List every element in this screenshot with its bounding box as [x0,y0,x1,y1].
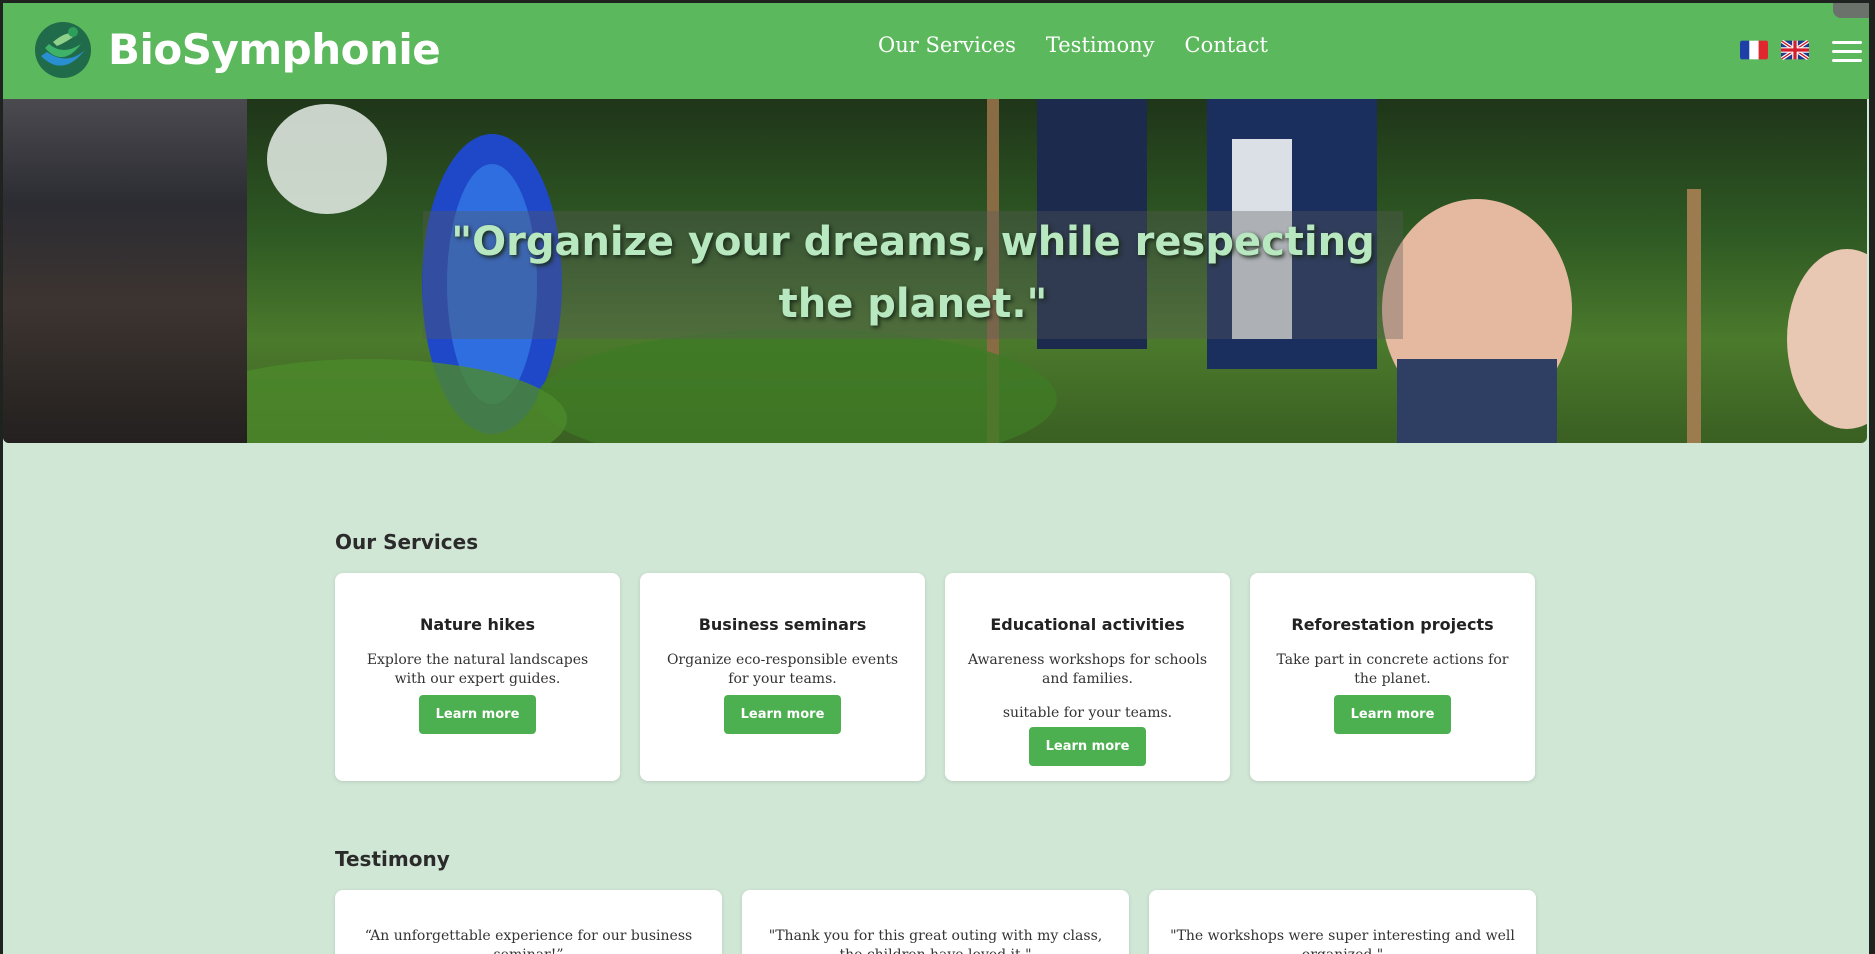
hamburger-bar [1832,41,1862,44]
nav-testimony[interactable]: Testimony [1046,33,1155,57]
service-card-educational-activities: Educational activities Awareness worksho… [945,573,1230,781]
service-card-extra-text: suitable for your teams. [1002,705,1173,721]
flag-uk-icon[interactable] [1781,40,1809,60]
site-header: BioSymphonie Our Services Testimony Cont… [3,3,1869,99]
flag-fr-icon[interactable] [1740,40,1768,60]
main-nav: Our Services Testimony Contact [878,33,1268,57]
service-card-nature-hikes: Nature hikes Explore the natural landsca… [335,573,620,781]
testimony-card: "Thank you for this great outing with my… [742,890,1129,954]
hamburger-bar [1832,50,1862,53]
nav-contact[interactable]: Contact [1185,33,1268,57]
learn-more-button[interactable]: Learn more [1029,727,1146,766]
services-heading: Our Services [335,530,479,554]
learn-more-button[interactable]: Learn more [419,695,536,734]
service-card-business-seminars: Business seminars Organize eco-responsib… [640,573,925,781]
hero-audience-photo [3,99,247,443]
service-card-title: Reforestation projects [1291,615,1494,634]
testimony-heading: Testimony [335,847,450,871]
service-card-title: Nature hikes [420,615,535,634]
service-card-description: Organize eco-responsible events for your… [666,652,899,687]
hamburger-menu-icon[interactable] [1832,41,1862,63]
testimony-card: “An unforgettable experience for our bus… [335,890,722,954]
service-card-description: Take part in concrete actions for the pl… [1276,652,1509,687]
hamburger-bar [1832,59,1862,62]
nav-our-services[interactable]: Our Services [878,33,1016,57]
service-card-description: Awareness workshops for schools and fami… [967,652,1208,687]
page: BioSymphonie Our Services Testimony Cont… [3,3,1869,954]
learn-more-button[interactable]: Learn more [724,695,841,734]
brand-name[interactable]: BioSymphonie [108,25,441,74]
corner-widget[interactable] [1833,3,1869,18]
hero-banner: "Organize your dreams, while respecting … [3,99,1867,443]
service-card-title: Business seminars [698,615,867,634]
service-card-reforestation-projects: Reforestation projects Take part in conc… [1250,573,1535,781]
service-card-title: Educational activities [990,615,1185,634]
hero-quote: "Organize your dreams, while respecting … [451,219,1375,327]
service-card-description: Explore the natural landscapes with our … [366,652,589,687]
testimony-card: "The workshops were super interesting an… [1149,890,1536,954]
logo-icon[interactable] [33,20,93,80]
learn-more-button[interactable]: Learn more [1334,695,1451,734]
